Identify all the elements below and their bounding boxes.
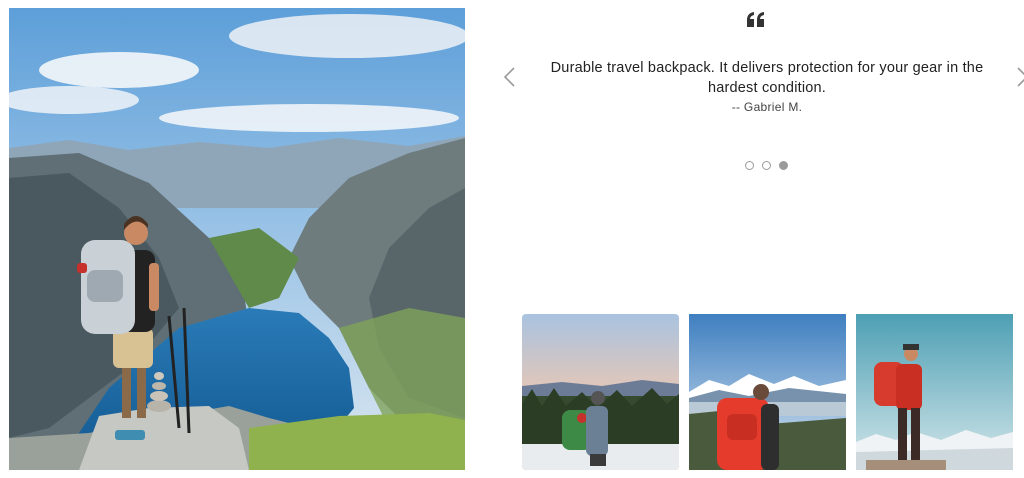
- thumbnail-photo-3: [856, 314, 1013, 470]
- thumbnail-photo-2: [689, 314, 846, 470]
- testimonial-author: -- Gabriel M.: [731, 100, 803, 114]
- thumbnail-red-jacket-hiker[interactable]: [856, 314, 1013, 470]
- double-quote-icon: [747, 12, 764, 27]
- testimonial-slider: Durable travel backpack. It delivers pro…: [488, 0, 1024, 200]
- slider-pagination: [745, 161, 788, 171]
- slider-dot-2[interactable]: [762, 161, 771, 170]
- thumbnail-photo-1: [522, 314, 679, 470]
- slider-dot-1[interactable]: [745, 161, 754, 170]
- testimonial-quote: Durable travel backpack. It delivers pro…: [550, 60, 984, 96]
- chevron-right-icon[interactable]: [1016, 66, 1024, 88]
- slider-dot-3[interactable]: [779, 161, 788, 170]
- thumbnail-red-backpack-hiker[interactable]: [689, 314, 846, 470]
- chevron-left-icon[interactable]: [502, 66, 516, 88]
- hero-image: [9, 8, 465, 470]
- thumbnail-snow-hiker[interactable]: [522, 314, 679, 470]
- hero-photo-illustration: [9, 8, 465, 470]
